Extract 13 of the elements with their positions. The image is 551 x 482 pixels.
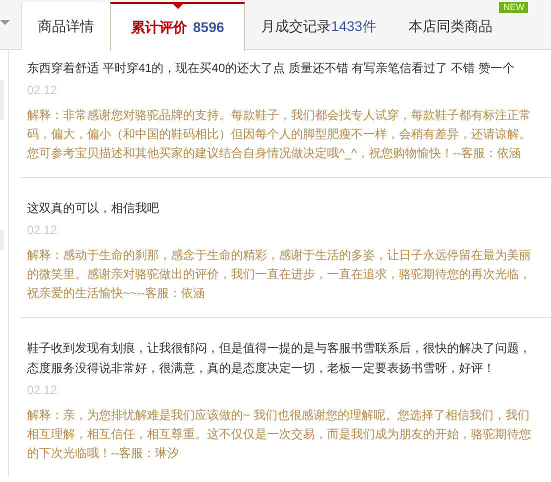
seller-reply: 解释：非常感谢您对骆驼品牌的支持。每款鞋子，我们都会找专人试穿，每款鞋子都有标注正常码，偏大，偏小（和中国的鞋码相比）但因每个人的脚型肥瘦不一样，会稍有差异，还请谅解。您可参考宝贝描述和其他买家的建议结合自身情况做决定哦^_^，祝您购物愉快！--客服：依涵: [27, 107, 532, 162]
tab[interactable]: 月成交记录1433件: [245, 2, 392, 50]
review-text: 东西穿着舒适 平时穿41的，现在买40的还大了点 质量还不错 有写亲笔信看过了 不错 赞一个: [27, 60, 516, 77]
tab[interactable]: 本店同类商品 NEW: [392, 2, 528, 50]
seller-reply: 解释：亲，为您排忧解难是我们应该做的~ 我们也很感谢您的理解呢。您选择了相信我们，我们相互理解，相互信任，相互尊重。这不仅仅是一次交易，而是我们成为朋友的开始，骆驼期待您的下次光临哦！--客服：琳汐: [27, 407, 532, 462]
caret-icon: [0, 20, 10, 25]
tab[interactable]: 商品详情: [21, 2, 110, 50]
review-text: 鞋子收到发现有划痕，让我很郁闷，但是值得一提的是与客服书雪联系后，很快的解决了问题，态度服务没得说非常好，很满意，真的是态度决定一切，老板一定要表扬书雪呀，好评！: [27, 340, 532, 377]
review-text: 这双真的可以，相信我吧: [27, 200, 160, 217]
pointer-icon: [172, 4, 183, 9]
seller-reply: 解释：感动于生命的刹那，感念于生命的精彩，感谢于生活的多姿，让日子永远停留在最为美丽的微笑里。感谢亲对骆驼做出的评价，我们一直在进步，一直在追求，骆驼期待您的再次光临，祝亲爱的生活愉快~~--客服：依涵: [27, 247, 532, 302]
tab[interactable]: 累计评价 8596: [110, 2, 246, 51]
new-badge: NEW: [499, 2, 528, 13]
